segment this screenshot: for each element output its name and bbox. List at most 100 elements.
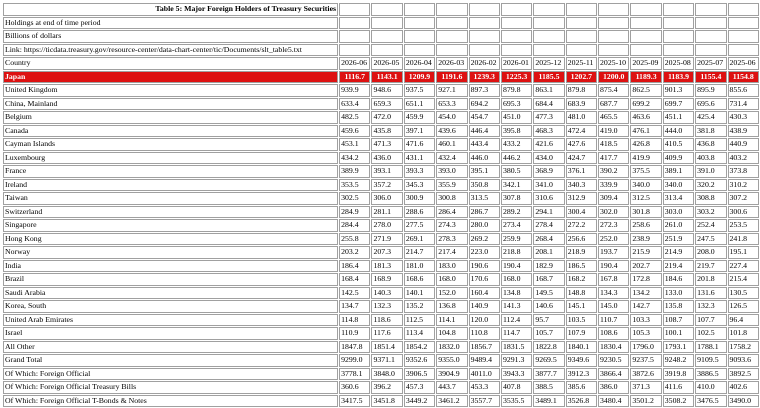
value-cell[interactable]: 465.5 (598, 111, 630, 124)
value-cell[interactable]: 110.9 (339, 327, 371, 340)
value-cell[interactable]: 388.5 (533, 381, 565, 394)
country-cell[interactable]: Saudi Arabia (3, 286, 339, 299)
value-cell[interactable]: 273.4 (500, 219, 533, 232)
empty-cell[interactable] (403, 30, 436, 43)
value-cell[interactable]: 403.8 (695, 151, 727, 164)
empty-cell[interactable] (662, 43, 695, 56)
value-cell[interactable]: 3451.8 (371, 394, 403, 407)
value-cell[interactable]: 112.4 (500, 313, 533, 326)
value-cell[interactable]: 218.8 (500, 246, 533, 259)
value-cell[interactable]: 3461.2 (436, 394, 468, 407)
value-cell[interactable]: 280.0 (468, 219, 500, 232)
country-cell[interactable]: Brazil (3, 273, 339, 286)
meta-cell[interactable]: Holdings at end of time period (3, 16, 339, 29)
value-cell[interactable]: 1185.5 (533, 70, 565, 83)
empty-cell[interactable] (403, 16, 436, 29)
value-cell[interactable]: 130.5 (727, 286, 759, 299)
value-cell[interactable]: 410.0 (695, 381, 727, 394)
country-cell[interactable]: Of Which: Foreign Official Treasury Bill… (3, 381, 339, 394)
value-cell[interactable]: 300.6 (727, 205, 759, 218)
empty-cell[interactable] (468, 30, 500, 43)
value-cell[interactable]: 3904.9 (436, 367, 468, 380)
value-cell[interactable]: 340.0 (662, 178, 695, 191)
value-cell[interactable]: 201.8 (695, 273, 727, 286)
value-cell[interactable]: 114.1 (436, 313, 468, 326)
value-cell[interactable]: 103.5 (565, 313, 598, 326)
value-cell[interactable]: 425.4 (695, 111, 727, 124)
value-cell[interactable]: 454.7 (468, 111, 500, 124)
empty-cell[interactable] (436, 43, 468, 56)
value-cell[interactable]: 3417.5 (339, 394, 371, 407)
value-cell[interactable]: 375.5 (630, 165, 662, 178)
empty-cell[interactable] (468, 3, 500, 16)
value-cell[interactable]: 181.0 (403, 259, 436, 272)
value-cell[interactable]: 134.3 (598, 286, 630, 299)
value-cell[interactable]: 418.5 (598, 138, 630, 151)
value-cell[interactable]: 1225.3 (500, 70, 533, 83)
empty-cell[interactable] (565, 3, 598, 16)
empty-cell[interactable] (695, 16, 727, 29)
value-cell[interactable]: 170.6 (468, 273, 500, 286)
value-cell[interactable]: 190.6 (468, 259, 500, 272)
value-cell[interactable]: 300.4 (565, 205, 598, 218)
value-cell[interactable]: 1788.1 (695, 340, 727, 353)
value-cell[interactable]: 118.6 (371, 313, 403, 326)
value-cell[interactable]: 214.7 (403, 246, 436, 259)
value-cell[interactable]: 385.6 (565, 381, 598, 394)
value-cell[interactable]: 3489.1 (533, 394, 565, 407)
country-cell[interactable]: France (3, 165, 339, 178)
column-header-period[interactable]: 2026-04 (403, 57, 436, 70)
column-header-period[interactable]: 2025-10 (598, 57, 630, 70)
value-cell[interactable]: 350.8 (468, 178, 500, 191)
value-cell[interactable]: 3526.8 (565, 394, 598, 407)
value-cell[interactable]: 309.4 (598, 192, 630, 205)
value-cell[interactable]: 482.5 (339, 111, 371, 124)
value-cell[interactable]: 471.3 (371, 138, 403, 151)
value-cell[interactable]: 202.7 (630, 259, 662, 272)
empty-cell[interactable] (565, 16, 598, 29)
value-cell[interactable]: 434.0 (533, 151, 565, 164)
value-cell[interactable]: 103.3 (630, 313, 662, 326)
value-cell[interactable]: 386.0 (598, 381, 630, 394)
value-cell[interactable]: 653.3 (436, 97, 468, 110)
value-cell[interactable]: 446.2 (500, 151, 533, 164)
value-cell[interactable]: 1840.1 (565, 340, 598, 353)
value-cell[interactable]: 340.0 (630, 178, 662, 191)
value-cell[interactable]: 100.1 (662, 327, 695, 340)
value-cell[interactable]: 440.9 (727, 138, 759, 151)
value-cell[interactable]: 431.1 (403, 151, 436, 164)
value-cell[interactable]: 1116.7 (339, 70, 371, 83)
value-cell[interactable]: 259.9 (500, 232, 533, 245)
value-cell[interactable]: 659.3 (371, 97, 403, 110)
value-cell[interactable]: 3866.4 (598, 367, 630, 380)
value-cell[interactable]: 426.8 (630, 138, 662, 151)
value-cell[interactable]: 427.6 (565, 138, 598, 151)
empty-cell[interactable] (339, 3, 371, 16)
empty-cell[interactable] (500, 3, 533, 16)
value-cell[interactable]: 1831.5 (500, 340, 533, 353)
value-cell[interactable]: 342.1 (500, 178, 533, 191)
value-cell[interactable]: 3476.5 (695, 394, 727, 407)
value-cell[interactable]: 731.4 (727, 97, 759, 110)
value-cell[interactable]: 3912.3 (565, 367, 598, 380)
value-cell[interactable]: 879.8 (565, 84, 598, 97)
value-cell[interactable]: 339.9 (598, 178, 630, 191)
value-cell[interactable]: 168.0 (500, 273, 533, 286)
value-cell[interactable]: 105.3 (630, 327, 662, 340)
value-cell[interactable]: 217.4 (436, 246, 468, 259)
country-cell[interactable]: Norway (3, 246, 339, 259)
column-header-period[interactable]: 2025-06 (727, 57, 759, 70)
value-cell[interactable]: 3848.0 (371, 367, 403, 380)
value-cell[interactable]: 3886.5 (695, 367, 727, 380)
value-cell[interactable]: 395.1 (468, 165, 500, 178)
empty-cell[interactable] (727, 16, 759, 29)
value-cell[interactable]: 132.3 (371, 300, 403, 313)
value-cell[interactable]: 307.8 (500, 192, 533, 205)
value-cell[interactable]: 126.5 (727, 300, 759, 313)
value-cell[interactable]: 402.6 (727, 381, 759, 394)
value-cell[interactable]: 3501.2 (630, 394, 662, 407)
value-cell[interactable]: 403.2 (727, 151, 759, 164)
value-cell[interactable]: 3906.5 (403, 367, 436, 380)
value-cell[interactable]: 407.8 (500, 381, 533, 394)
value-cell[interactable]: 459.6 (339, 124, 371, 137)
